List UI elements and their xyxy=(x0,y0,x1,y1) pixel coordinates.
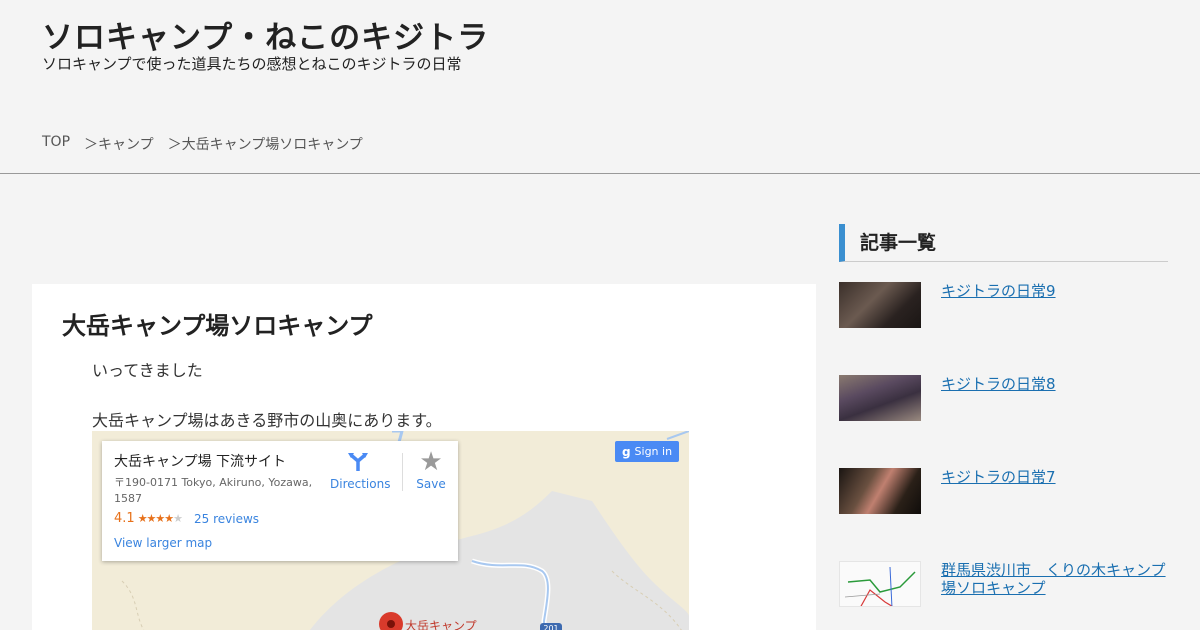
article-paragraph: 大岳キャンプ場はあきる野市の山奥にあります。 xyxy=(92,411,442,430)
article-card: 大岳キャンプ場ソロキャンプ いってきました 大岳キャンプ場はあきる野市の山奥にあ… xyxy=(32,284,816,630)
site-title[interactable]: ソロキャンプ・ねこのキジトラ xyxy=(42,12,489,57)
sidebar-post-item[interactable]: キジトラの日常7 xyxy=(839,468,1168,538)
map-pin-icon[interactable] xyxy=(379,612,403,630)
sidebar-post-item[interactable]: キジトラの日常8 xyxy=(839,375,1168,445)
place-info-card: 大岳キャンプ場 下流サイト 〒190-0171 Tokyo, Akiruno, … xyxy=(102,441,458,561)
rating-stars-icon: ★★★★★ xyxy=(137,512,183,525)
post-title-link[interactable]: キジトラの日常8 xyxy=(941,375,1171,393)
post-title-link[interactable]: キジトラの日常9 xyxy=(941,282,1171,300)
breadcrumb-camp[interactable]: ＞キャンプ xyxy=(84,134,154,154)
card-divider xyxy=(402,453,403,491)
header-divider xyxy=(0,173,1200,174)
sign-in-label: Sign in xyxy=(634,445,673,458)
reviews-link[interactable]: 25 reviews xyxy=(194,512,259,526)
save-button[interactable]: ★ Save xyxy=(412,447,450,491)
sidebar-heading: 記事一覧 xyxy=(839,224,1168,262)
breadcrumb-current: ＞大岳キャンプ場ソロキャンプ xyxy=(167,137,363,153)
star-icon: ★ xyxy=(419,447,443,477)
rating-row: 4.1 ★★★★★ 25 reviews xyxy=(114,511,259,526)
directions-icon xyxy=(348,453,368,471)
embedded-map[interactable]: 大岳キャンプ場 下流サイト 〒190-0171 Tokyo, Akiruno, … xyxy=(92,431,689,630)
post-thumbnail[interactable] xyxy=(839,468,921,514)
directions-button[interactable]: Directions xyxy=(330,451,391,491)
save-label: Save xyxy=(416,477,446,491)
sidebar-post-item[interactable]: キジトラの日常9 xyxy=(839,282,1168,352)
article-paragraph: いってきました xyxy=(92,361,203,380)
view-larger-map-link[interactable]: View larger map xyxy=(114,536,212,550)
directions-label: Directions xyxy=(330,477,391,491)
post-thumbnail[interactable] xyxy=(839,561,921,607)
map-pin-label: 大岳キャンプ xyxy=(405,619,477,630)
google-icon: g xyxy=(621,444,631,459)
article-title: 大岳キャンプ場ソロキャンプ xyxy=(62,312,373,340)
rating-value: 4.1 xyxy=(114,511,135,526)
post-thumbnail[interactable] xyxy=(839,375,921,421)
place-address: 〒190-0171 Tokyo, Akiruno, Yozawa, 1587 xyxy=(114,476,313,505)
road-number-badge: 201 xyxy=(540,623,562,630)
map-thumbnail-icon xyxy=(844,566,916,606)
sign-in-button[interactable]: g Sign in xyxy=(615,441,679,462)
site-description: ソロキャンプで使った道具たちの感想とねこのキジトラの日常 xyxy=(42,55,462,73)
post-title-link[interactable]: 群馬県渋川市 くりの木キャンプ場ソロキャンプ xyxy=(941,561,1171,597)
sidebar-post-item[interactable]: 群馬県渋川市 くりの木キャンプ場ソロキャンプ xyxy=(839,561,1168,630)
sidebar-heading-text: 記事一覧 xyxy=(860,232,937,254)
post-title-link[interactable]: キジトラの日常7 xyxy=(941,468,1171,486)
place-name: 大岳キャンプ場 下流サイト xyxy=(114,454,287,470)
breadcrumb: TOP ＞キャンプ ＞大岳キャンプ場ソロキャンプ xyxy=(42,134,377,154)
post-thumbnail[interactable] xyxy=(839,282,921,328)
breadcrumb-top[interactable]: TOP xyxy=(42,134,70,154)
